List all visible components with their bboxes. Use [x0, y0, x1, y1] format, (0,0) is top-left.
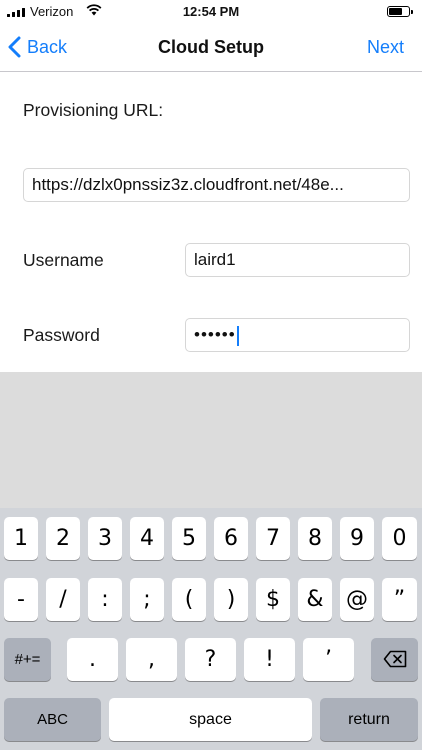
key-quote[interactable]: ”	[382, 578, 417, 621]
page-title: Cloud Setup	[158, 37, 264, 57]
key-period[interactable]: .	[67, 638, 118, 681]
clock: 12:54 PM	[182, 4, 240, 19]
key-7[interactable]: 7	[256, 517, 290, 560]
username-field[interactable]: laird1	[185, 243, 410, 277]
key-close-paren[interactable]: )	[214, 578, 248, 621]
key-4[interactable]: 4	[130, 517, 164, 560]
key-apostrophe[interactable]: ’	[303, 638, 354, 681]
key-question[interactable]: ?	[185, 638, 236, 681]
cloud-setup-form: Provisioning URL: https://dzlx0pnssiz3z.…	[0, 72, 422, 372]
key-2[interactable]: 2	[46, 517, 80, 560]
status-bar: Verizon 12:54 PM	[0, 0, 422, 24]
key-exclamation[interactable]: !	[244, 638, 295, 681]
key-semicolon[interactable]: ;	[130, 578, 164, 621]
battery-icon	[387, 6, 413, 17]
key-0[interactable]: 0	[382, 517, 417, 560]
delete-key[interactable]	[371, 638, 418, 681]
text-cursor	[236, 325, 239, 346]
abc-key[interactable]: ABC	[4, 698, 101, 741]
key-at[interactable]: @	[340, 578, 374, 621]
key-ampersand[interactable]: &	[298, 578, 332, 621]
key-dollar[interactable]: $	[256, 578, 290, 621]
navigation-bar: Back Cloud Setup Next	[0, 24, 422, 72]
password-dots: ••••••	[194, 325, 236, 344]
key-colon[interactable]: :	[88, 578, 122, 621]
next-button[interactable]: Next	[367, 37, 404, 58]
key-9[interactable]: 9	[340, 517, 374, 560]
key-slash[interactable]: /	[46, 578, 80, 621]
key-1[interactable]: 1	[4, 517, 38, 560]
provisioning-url-label: Provisioning URL:	[23, 100, 164, 120]
key-8[interactable]: 8	[298, 517, 332, 560]
space-key[interactable]: space	[109, 698, 312, 741]
key-open-paren[interactable]: (	[172, 578, 206, 621]
key-6[interactable]: 6	[214, 517, 248, 560]
backspace-icon	[383, 650, 406, 668]
more-symbols-key[interactable]: #+=	[4, 638, 51, 681]
key-5[interactable]: 5	[172, 517, 206, 560]
password-field[interactable]: ••••••	[185, 318, 410, 352]
keyboard-area: 1 2 3 4 5 6 7 8 9 0 - / : ; ( ) $ & @ ” …	[0, 372, 422, 750]
numeric-keyboard: 1 2 3 4 5 6 7 8 9 0 - / : ; ( ) $ & @ ” …	[0, 508, 422, 750]
username-label: Username	[23, 250, 104, 270]
empty-area	[0, 372, 422, 508]
provisioning-url-field[interactable]: https://dzlx0pnssiz3z.cloudfront.net/48e…	[23, 168, 410, 202]
key-hyphen[interactable]: -	[4, 578, 38, 621]
key-comma[interactable]: ,	[126, 638, 177, 681]
password-label: Password	[23, 325, 100, 345]
key-3[interactable]: 3	[88, 517, 122, 560]
return-key[interactable]: return	[320, 698, 418, 741]
